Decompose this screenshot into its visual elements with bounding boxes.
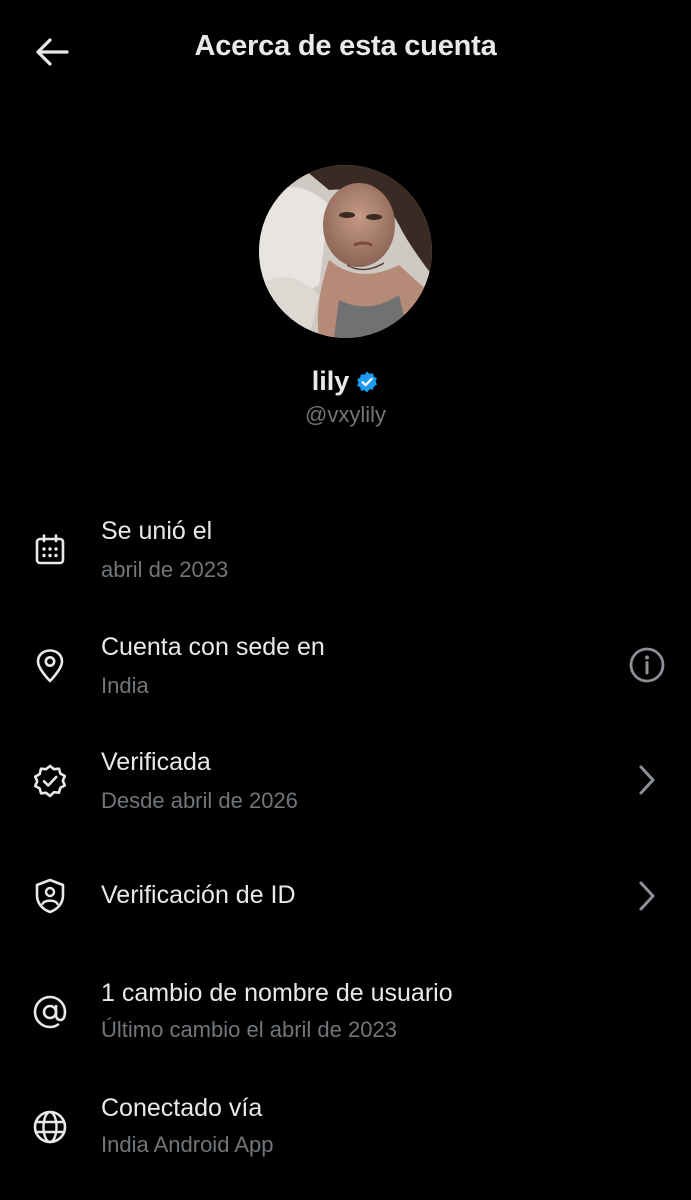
verified-seal-icon [30, 761, 70, 801]
row-subtitle: India Android App [101, 1132, 274, 1157]
connected-via-row: Conectado vía India Android App [0, 1077, 691, 1173]
id-verification-row[interactable]: Verificación de ID [0, 846, 691, 942]
username-handle: @vxylily [305, 402, 386, 427]
verified-row[interactable]: Verificada Desde abril de 2026 [0, 731, 691, 827]
avatar[interactable] [259, 165, 432, 338]
profile-photo [259, 165, 432, 338]
globe-icon [30, 1107, 70, 1147]
row-title: Cuenta con sede en [101, 633, 325, 661]
row-title: Verificada [101, 748, 211, 776]
row-subtitle: abril de 2023 [101, 557, 229, 582]
username-changes-row: 1 cambio de nombre de usuario Último cam… [0, 962, 691, 1058]
calendar-icon [30, 530, 70, 570]
info-button[interactable] [627, 645, 667, 685]
chevron-right-icon [627, 760, 667, 800]
top-app-bar: Acerca de esta cuenta [0, 0, 691, 100]
at-sign-icon [30, 992, 70, 1032]
row-subtitle: Último cambio el abril de 2023 [101, 1017, 397, 1042]
page-title: Acerca de esta cuenta [194, 30, 497, 62]
verified-badge-icon [355, 370, 379, 394]
info-icon [628, 646, 666, 684]
location-pin-icon [30, 646, 70, 686]
row-title: Verificación de ID [101, 881, 296, 909]
joined-date-row: Se unió el abril de 2023 [0, 500, 691, 596]
row-subtitle: Desde abril de 2026 [101, 788, 298, 813]
row-title: 1 cambio de nombre de usuario [101, 979, 453, 1007]
chevron-right-icon [627, 876, 667, 916]
display-name: lily [311, 366, 350, 396]
shield-user-icon [30, 876, 70, 916]
row-title: Conectado vía [101, 1094, 263, 1122]
row-subtitle: India [101, 673, 149, 698]
display-name-row: lily [0, 366, 691, 397]
account-location-row: Cuenta con sede en India [0, 616, 691, 712]
row-title: Se unió el [101, 517, 213, 545]
